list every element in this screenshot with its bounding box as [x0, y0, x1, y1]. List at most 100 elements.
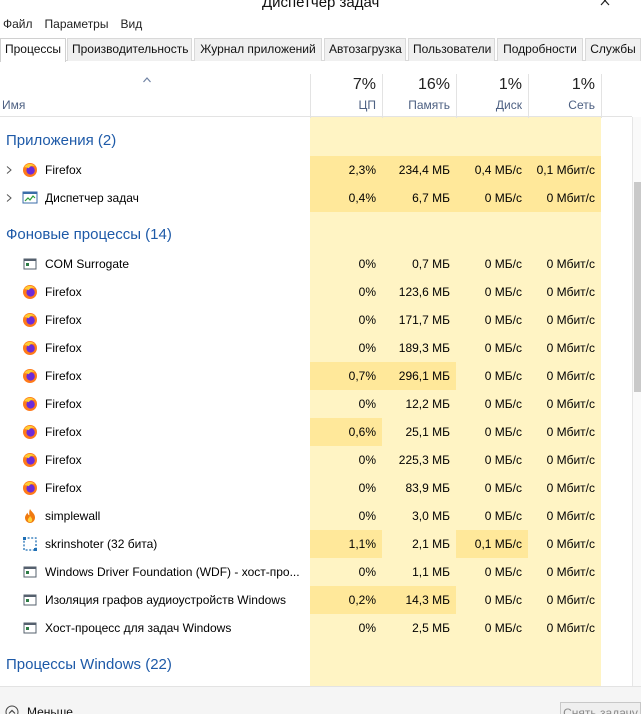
group-windows-processes[interactable]: Процессы Windows (22): [0, 646, 601, 680]
table-row[interactable]: Firefox 0,7% 296,1 МБ 0 МБ/с 0 Мбит/с: [0, 362, 601, 390]
network-value: 0 Мбит/с: [546, 481, 595, 495]
table-row[interactable]: Firefox 0% 12,2 МБ 0 МБ/с 0 Мбит/с: [0, 390, 601, 418]
disk-value: 0 МБ/с: [484, 341, 522, 355]
process-name: Firefox: [45, 313, 82, 327]
disk-total-percent[interactable]: 1%: [456, 76, 522, 94]
firefox-icon: [23, 397, 37, 411]
title-bar: Диспетчер задач: [0, 0, 641, 12]
process-name: Firefox: [45, 285, 82, 299]
firefox-icon: [23, 163, 37, 177]
menu-bar: Файл Параметры Вид: [0, 12, 641, 36]
table-row[interactable]: Firefox 0,6% 25,1 МБ 0 МБ/с 0 Мбит/с: [0, 418, 601, 446]
memory-value: 6,7 МБ: [412, 191, 450, 205]
cpu-value: 0,4%: [348, 191, 376, 205]
cpu-value: 0%: [358, 313, 376, 327]
network-value: 0 Мбит/с: [546, 257, 595, 271]
table-row[interactable]: COM Surrogate 0% 0,7 МБ 0 МБ/с 0 Мбит/с: [0, 250, 601, 278]
expand-chevron-icon[interactable]: [6, 166, 12, 174]
cpu-value: 0%: [358, 565, 376, 579]
table-row[interactable]: Диспетчер задач 0,4% 6,7 МБ 0 МБ/с 0 Мби…: [0, 184, 601, 212]
cpu-value: 0%: [358, 397, 376, 411]
process-name: simplewall: [45, 509, 101, 523]
memory-value: 189,3 МБ: [398, 341, 450, 355]
scrollbar-thumb[interactable]: [634, 182, 641, 392]
cpu-value: 0%: [358, 481, 376, 495]
firefox-icon: [23, 481, 37, 495]
tab-users[interactable]: Пользователи: [408, 38, 495, 61]
network-value: 0 Мбит/с: [546, 621, 595, 635]
network-value: 0 Мбит/с: [546, 537, 595, 551]
memory-total-percent[interactable]: 16%: [382, 76, 450, 94]
disk-value: 0 МБ/с: [484, 509, 522, 523]
disk-value: 0 МБ/с: [484, 285, 522, 299]
column-header-disk[interactable]: Диск: [456, 98, 522, 112]
table-row[interactable]: skrinshoter (32 бита) 1,1% 2,1 МБ 0,1 МБ…: [0, 530, 601, 558]
menu-options[interactable]: Параметры: [45, 17, 109, 31]
memory-value: 2,5 МБ: [412, 621, 450, 635]
column-header-name[interactable]: Имя: [2, 98, 25, 112]
table-row[interactable]: Изоляция графов аудиоустройств Windows 0…: [0, 586, 601, 614]
network-value: 0 Мбит/с: [546, 453, 595, 467]
app-window-icon: [23, 258, 37, 270]
cpu-total-percent[interactable]: 7%: [310, 76, 376, 94]
table-row[interactable]: Windows Driver Foundation (WDF) - хост-п…: [0, 558, 601, 586]
disk-value: 0 МБ/с: [484, 257, 522, 271]
tab-processes[interactable]: Процессы: [0, 38, 66, 62]
menu-file[interactable]: Файл: [3, 17, 33, 31]
app-window-icon: [23, 622, 37, 634]
group-label: Приложения (2): [6, 132, 117, 149]
column-header-network[interactable]: Сеть: [528, 98, 595, 112]
cpu-value: 0,6%: [348, 425, 376, 439]
table-row[interactable]: Firefox 2,3% 234,4 МБ 0,4 МБ/с 0,1 Мбит/…: [0, 156, 601, 184]
process-name: Диспетчер задач: [45, 191, 139, 205]
group-background[interactable]: Фоновые процессы (14): [0, 216, 601, 250]
collapse-details-icon[interactable]: [5, 705, 19, 714]
header-divider: [0, 116, 632, 117]
group-label: Процессы Windows (22): [6, 656, 172, 673]
column-header-memory[interactable]: Память: [382, 98, 450, 112]
group-apps[interactable]: Приложения (2): [0, 122, 601, 156]
app-window-icon: [23, 594, 37, 606]
tab-strip: Процессы Производительность Журнал прило…: [0, 38, 641, 62]
table-row[interactable]: simplewall 0% 3,0 МБ 0 МБ/с 0 Мбит/с: [0, 502, 601, 530]
memory-value: 1,1 МБ: [412, 565, 450, 579]
process-name: Firefox: [45, 397, 82, 411]
network-value: 0 Мбит/с: [546, 313, 595, 327]
memory-value: 234,4 МБ: [398, 163, 450, 177]
tab-startup[interactable]: Автозагрузка: [324, 38, 406, 61]
network-total-percent[interactable]: 1%: [528, 76, 595, 94]
task-manager-icon: [22, 191, 38, 204]
cpu-value: 1,1%: [348, 537, 376, 551]
table-row[interactable]: Firefox 0% 123,6 МБ 0 МБ/с 0 Мбит/с: [0, 278, 601, 306]
cpu-value: 0%: [358, 621, 376, 635]
memory-value: 225,3 МБ: [398, 453, 450, 467]
screenshot-frame-icon: [23, 537, 37, 551]
process-name: Firefox: [45, 341, 82, 355]
table-row[interactable]: Firefox 0% 171,7 МБ 0 МБ/с 0 Мбит/с: [0, 306, 601, 334]
column-divider: [601, 74, 602, 118]
column-header-cpu[interactable]: ЦП: [310, 98, 376, 112]
process-name: Firefox: [45, 369, 82, 383]
process-name: Firefox: [45, 481, 82, 495]
table-row[interactable]: Firefox 0% 189,3 МБ 0 МБ/с 0 Мбит/с: [0, 334, 601, 362]
tab-services[interactable]: Службы: [585, 38, 641, 61]
table-row[interactable]: Firefox 0% 225,3 МБ 0 МБ/с 0 Мбит/с: [0, 446, 601, 474]
fewer-details-link[interactable]: Меньше: [27, 705, 73, 714]
expand-chevron-icon[interactable]: [6, 194, 12, 202]
tab-performance[interactable]: Производительность: [67, 38, 192, 61]
tab-app-history[interactable]: Журнал приложений: [194, 38, 322, 61]
disk-value: 0 МБ/с: [484, 565, 522, 579]
process-name: Firefox: [45, 453, 82, 467]
end-task-button[interactable]: Снять задачу: [560, 702, 641, 714]
cpu-value: 2,3%: [348, 163, 376, 177]
sort-up-icon: [143, 77, 151, 83]
menu-view[interactable]: Вид: [120, 17, 142, 31]
tab-details[interactable]: Подробности: [497, 38, 583, 61]
flame-icon: [25, 509, 35, 523]
disk-value: 0 МБ/с: [484, 481, 522, 495]
table-row[interactable]: Firefox 0% 83,9 МБ 0 МБ/с 0 Мбит/с: [0, 474, 601, 502]
memory-value: 171,7 МБ: [398, 313, 450, 327]
close-icon[interactable]: [596, 0, 616, 10]
process-name: skrinshoter (32 бита): [45, 537, 158, 551]
table-row[interactable]: Хост-процесс для задач Windows 0% 2,5 МБ…: [0, 614, 601, 642]
